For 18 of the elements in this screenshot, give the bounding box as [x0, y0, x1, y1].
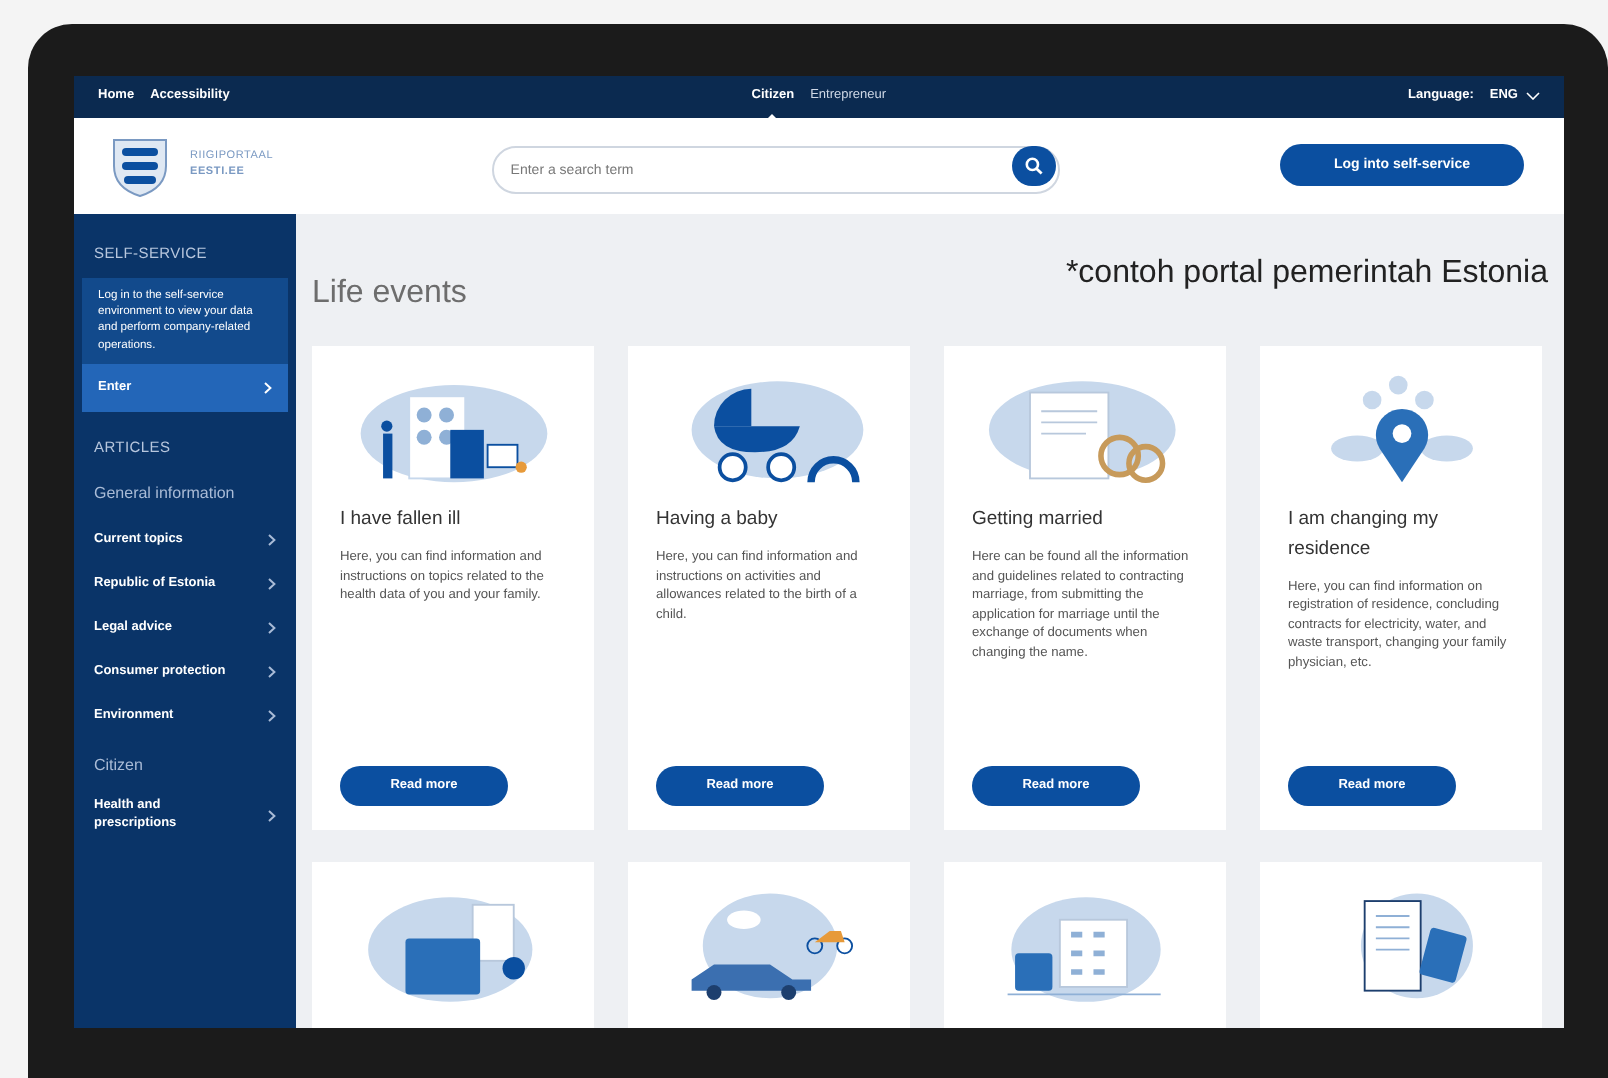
page-title: Life events [312, 274, 467, 315]
card-title: I have fallen ill [340, 506, 463, 535]
chevron-icon [268, 578, 276, 591]
chevron-icon [268, 534, 276, 547]
chevron-icon [268, 710, 276, 723]
chevron-icon [268, 666, 276, 679]
category-heading: Citizen [92, 754, 145, 779]
search-button[interactable] [1012, 145, 1057, 186]
search-icon [1024, 155, 1045, 176]
chevron-icon [268, 622, 276, 635]
category-heading: General information [92, 482, 237, 507]
card-title: Having a baby [656, 506, 780, 535]
chevron-icon [268, 810, 276, 823]
annotation-text: *contoh portal pemerintah Estonia [1065, 254, 1548, 295]
card-title: I am changing my residence [1288, 506, 1440, 565]
card-title: Getting married [972, 506, 1105, 535]
chevron-icon [264, 382, 272, 395]
caret-icon [1525, 92, 1540, 101]
